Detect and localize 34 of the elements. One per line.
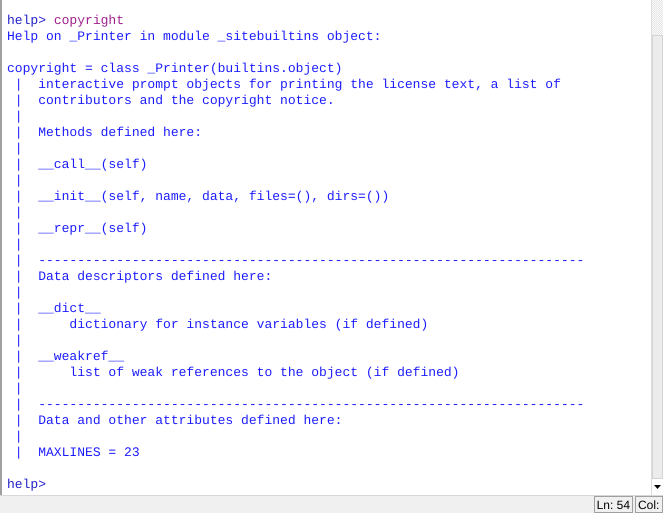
output-line: | __weakref__ — [14, 349, 124, 364]
output-line: | — [14, 429, 23, 444]
output-line: | ---------------------------------------------------------------------- — [14, 397, 584, 412]
output-line: | Data and other attributes defined here: — [14, 413, 342, 428]
output-line: | list of weak references to the object (if defined) — [14, 365, 460, 380]
line-number-indicator: Ln: 54 — [594, 496, 633, 513]
output-line: | __dict__ — [14, 301, 101, 316]
output-line: | __repr__(self) — [14, 221, 148, 236]
output-line: | Methods defined here: — [14, 125, 202, 140]
output-line: | MAXLINES = 23 — [14, 445, 140, 460]
output-line: | ---------------------------------------------------------------------- — [14, 253, 584, 268]
output-line: | — [14, 205, 23, 220]
output-line: | — [14, 381, 23, 396]
column-indicator: Col: — [635, 496, 663, 513]
scrollbar-thumb[interactable] — [652, 35, 663, 479]
prompt: help> — [7, 13, 46, 28]
command-text: copyright — [54, 13, 124, 28]
output-line: copyright = class _Printer(builtins.object) — [7, 61, 342, 76]
output-line: | __call__(self) — [14, 157, 148, 172]
output-line: | dictionary for instance variables (if defined) — [14, 317, 428, 332]
output-line: | Data descriptors defined here: — [14, 269, 272, 284]
output-line: | — [14, 285, 23, 300]
output-line: | __init__(self, name, data, files=(), dirs=()) — [14, 189, 390, 204]
scroll-down-button[interactable] — [652, 479, 663, 495]
prompt: help> — [7, 477, 46, 492]
output-line: | — [14, 173, 23, 188]
output-line: | contributors and the copyright notice. — [14, 93, 335, 108]
output-line: | — [14, 109, 23, 124]
output-line: | — [14, 141, 23, 156]
output-line: | interactive prompt objects for printing the license text, a list of — [14, 77, 561, 92]
output-line: Help on _Printer in module _sitebuiltins object: — [7, 29, 382, 44]
output-line: | — [14, 237, 23, 252]
down-arrow-icon — [654, 485, 661, 489]
output-line: | — [14, 333, 23, 348]
